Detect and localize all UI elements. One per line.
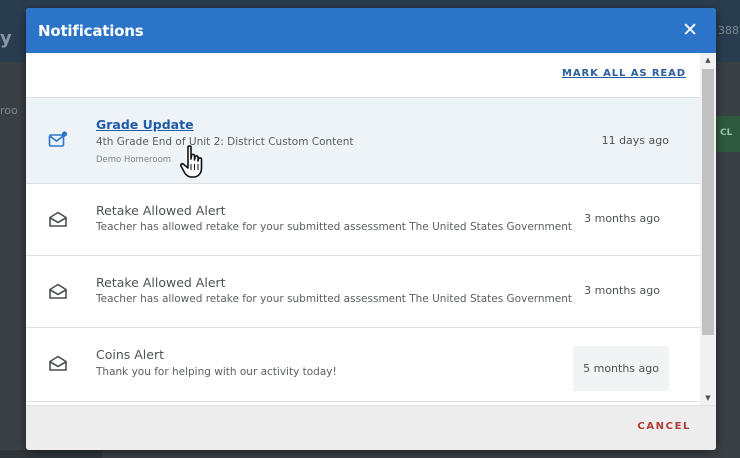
envelope-unread-icon [48, 131, 68, 147]
mark-all-row: MARK ALL AS READ [26, 53, 700, 98]
notification-message: 4th Grade End of Unit 2: District Custom… [96, 136, 354, 148]
notification-time: 5 months ago [573, 346, 669, 391]
close-icon[interactable]: ✕ [682, 21, 698, 40]
scroll-down-arrow-icon[interactable]: ▼ [700, 391, 716, 405]
background-counter-fragment: 388 [718, 24, 739, 37]
notification-item[interactable]: Coins Alert Thank you for helping with o… [26, 328, 700, 402]
notification-subtitle: Demo Homeroom [96, 155, 172, 165]
envelope-open-icon [49, 211, 67, 227]
notification-item[interactable]: Grade Update 4th Grade End of Unit 2: Di… [26, 98, 700, 184]
notification-item[interactable]: Retake Allowed Alert Teacher has allowed… [26, 256, 700, 328]
background-title-fragment: y [0, 28, 12, 49]
cancel-button[interactable]: CANCEL [637, 421, 691, 432]
notification-time: 3 months ago [584, 284, 660, 297]
notification-item[interactable]: Retake Allowed Alert Teacher has allowed… [26, 184, 700, 256]
notification-title: Coins Alert [96, 347, 165, 362]
notification-title: Retake Allowed Alert [96, 203, 226, 218]
notification-time: 11 days ago [601, 134, 669, 147]
modal-footer: CANCEL [26, 405, 716, 450]
background-tab-fragment: roo [0, 104, 18, 117]
scrollbar[interactable]: ▲ ▼ [700, 53, 716, 405]
envelope-open-icon [49, 355, 67, 371]
scroll-up-arrow-icon[interactable]: ▲ [700, 53, 716, 67]
background-button-fragment: CL [716, 116, 740, 152]
envelope-open-icon [49, 283, 67, 299]
notification-title: Retake Allowed Alert [96, 275, 226, 290]
notification-message: Thank you for helping with our activity … [96, 366, 337, 378]
notification-list: Grade Update 4th Grade End of Unit 2: Di… [26, 98, 700, 402]
notification-title[interactable]: Grade Update [96, 117, 194, 132]
notification-time: 3 months ago [584, 212, 660, 225]
modal-body: MARK ALL AS READ Grade Update 4th Grade … [26, 53, 716, 405]
notification-message: Teacher has allowed retake for your subm… [96, 293, 573, 305]
notification-message: Teacher has allowed retake for your subm… [96, 221, 573, 233]
modal-title: Notifications [38, 21, 144, 40]
notifications-modal: Notifications ✕ MARK ALL AS READ Grade U… [26, 8, 716, 450]
scrollbar-thumb[interactable] [702, 69, 714, 335]
mark-all-as-read-link[interactable]: MARK ALL AS READ [562, 68, 686, 79]
background-strip [0, 450, 102, 458]
modal-header: Notifications ✕ [26, 8, 716, 53]
